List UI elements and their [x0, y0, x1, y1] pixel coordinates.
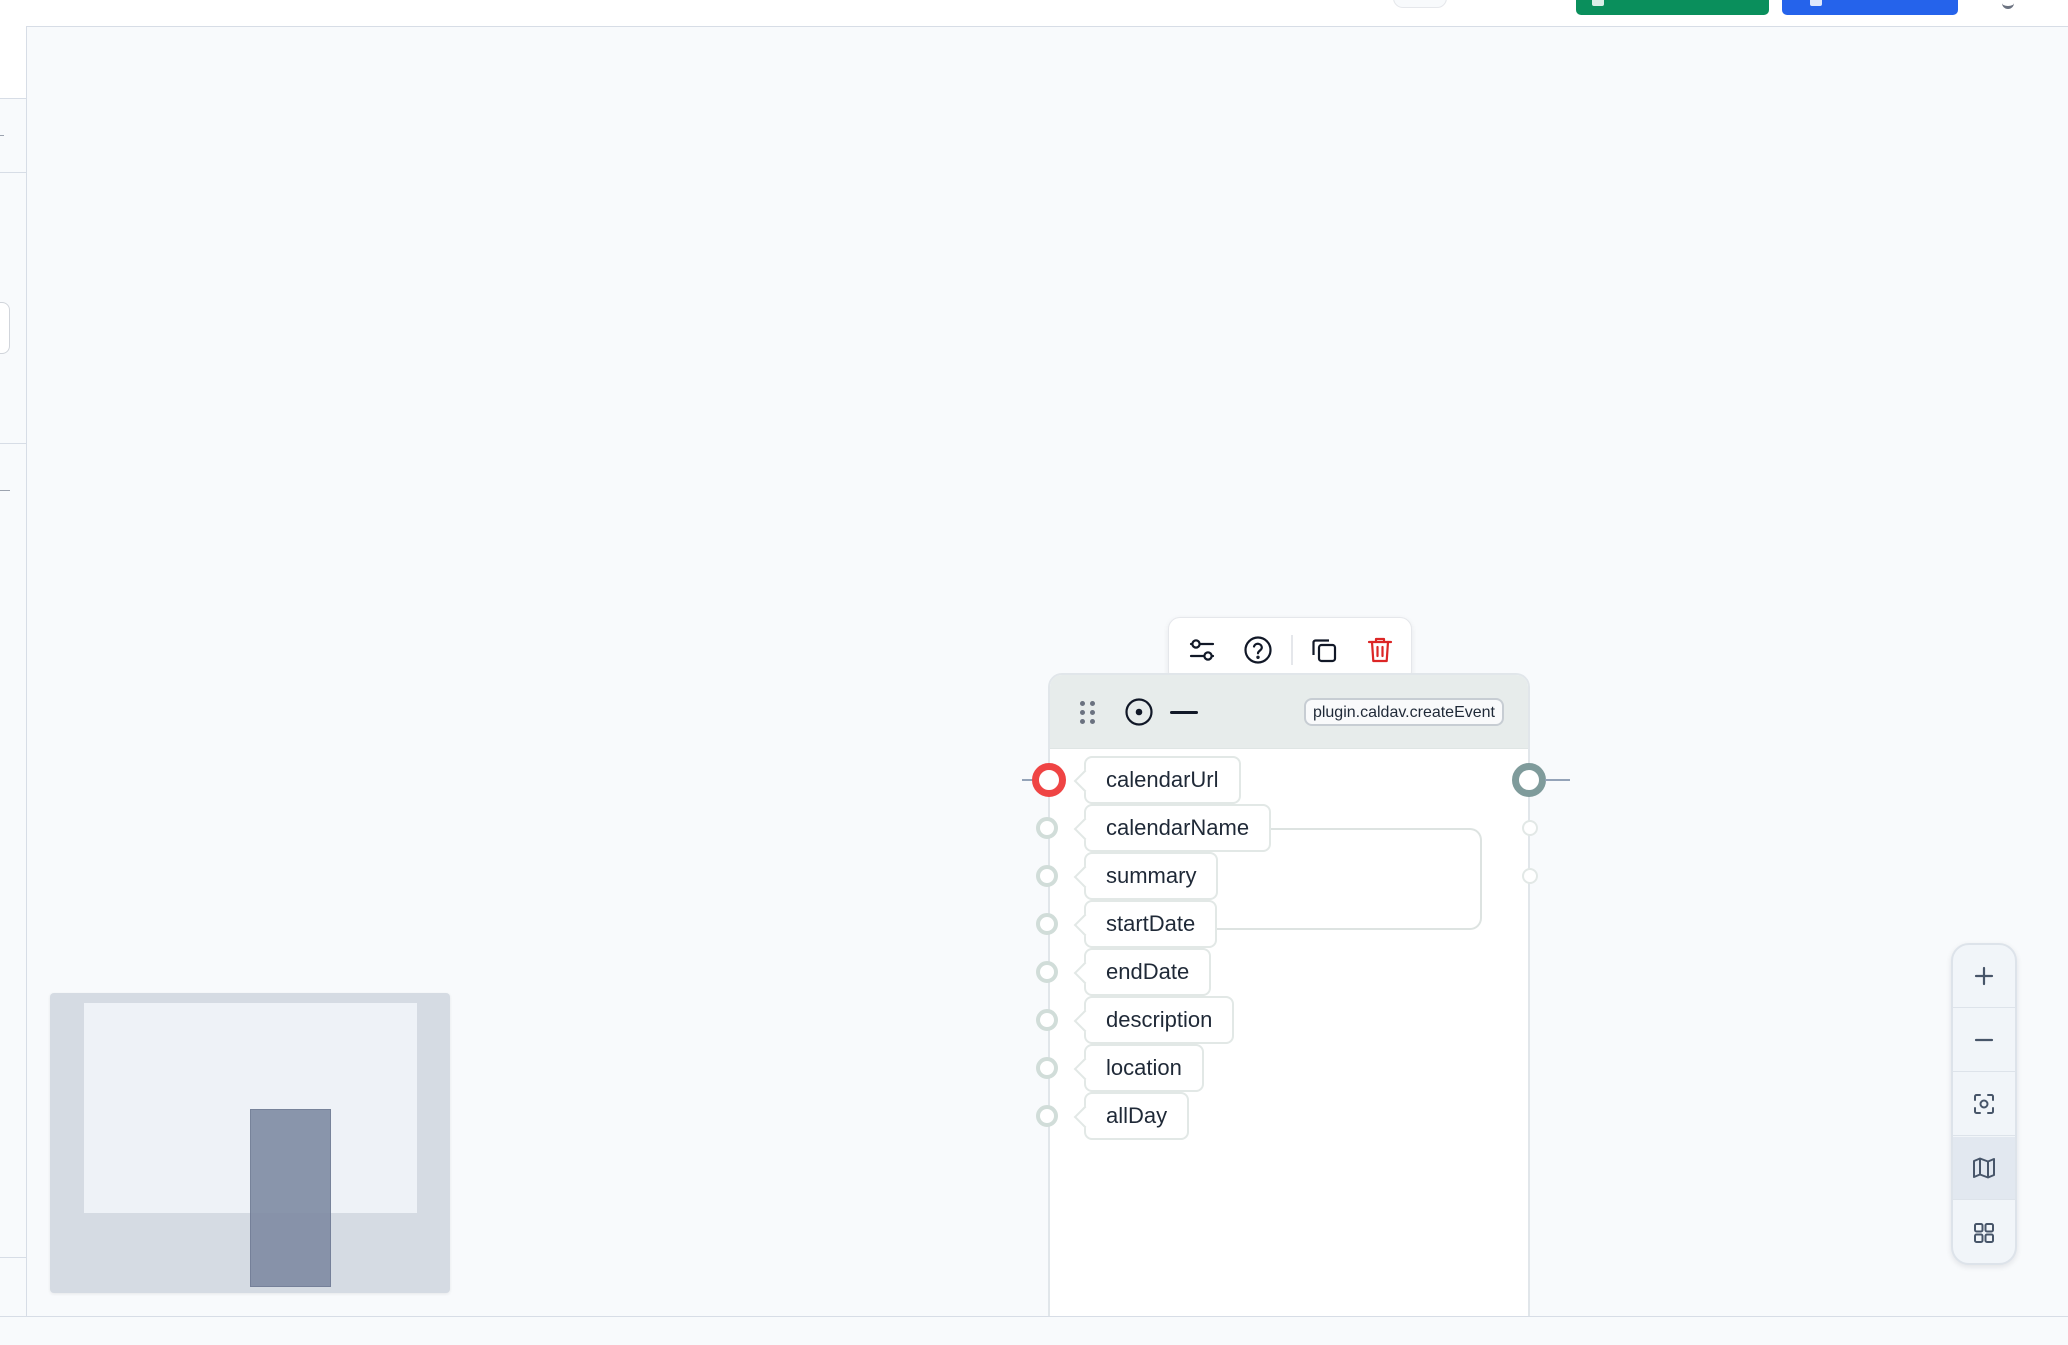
- input-port[interactable]: [1036, 817, 1058, 839]
- output-port-secondary[interactable]: [1522, 820, 1538, 836]
- sidebar-divider: [0, 1257, 26, 1258]
- canvas-controls: [1951, 943, 2017, 1265]
- input-port[interactable]: [1036, 1057, 1058, 1079]
- input-port[interactable]: [1036, 913, 1058, 935]
- sidebar-tick: [0, 135, 4, 136]
- trash-icon[interactable]: [1363, 633, 1397, 667]
- settings-sliders-icon[interactable]: [1185, 633, 1219, 667]
- sidebar-divider: [0, 443, 26, 444]
- minimap-node: [250, 1109, 331, 1287]
- toolbar-separator: [1291, 635, 1293, 665]
- input-port-label[interactable]: summary: [1084, 852, 1219, 900]
- zoom-in-icon[interactable]: [1953, 945, 2015, 1008]
- input-port-label[interactable]: calendarUrl: [1084, 756, 1241, 804]
- output-edge: [1545, 779, 1570, 781]
- minimap[interactable]: [50, 993, 450, 1293]
- copy-icon[interactable]: [1307, 633, 1341, 667]
- play-icon: [1810, 0, 1822, 6]
- output-port[interactable]: [1512, 763, 1546, 797]
- input-port[interactable]: [1036, 1009, 1058, 1031]
- input-port-label[interactable]: allDay: [1084, 1092, 1190, 1140]
- menu-icon[interactable]: [2002, 0, 2014, 9]
- top-bar-pill[interactable]: [1393, 0, 1447, 8]
- input-port[interactable]: [1036, 961, 1058, 983]
- output-port-secondary[interactable]: [1522, 868, 1538, 884]
- target-icon[interactable]: [1124, 697, 1154, 727]
- input-port-label[interactable]: calendarName: [1084, 804, 1272, 852]
- sidebar-divider: [0, 172, 26, 173]
- input-port-active[interactable]: [1032, 763, 1066, 797]
- input-port-label[interactable]: startDate: [1084, 900, 1218, 948]
- sidebar-panel: [0, 26, 26, 99]
- input-port-label[interactable]: description: [1084, 996, 1235, 1044]
- help-circle-icon[interactable]: [1241, 633, 1275, 667]
- input-port-label[interactable]: endDate: [1084, 948, 1212, 996]
- top-bar: [0, 0, 2068, 27]
- zoom-out-icon[interactable]: [1953, 1009, 2015, 1072]
- sidebar-tick: [0, 490, 10, 491]
- save-icon: [1592, 0, 1604, 6]
- bottom-bar: [0, 1316, 2068, 1345]
- save-button[interactable]: [1576, 0, 1769, 15]
- input-port-label[interactable]: location: [1084, 1044, 1204, 1092]
- run-button[interactable]: [1782, 0, 1958, 15]
- collapse-icon[interactable]: [1170, 711, 1198, 714]
- minimap-toggle-icon[interactable]: [1953, 1137, 2015, 1200]
- node-type-badge: plugin.caldav.createEvent: [1303, 698, 1504, 726]
- drag-handle-icon[interactable]: [1080, 701, 1096, 725]
- sidebar-input[interactable]: [0, 302, 10, 354]
- input-port[interactable]: [1036, 1105, 1058, 1127]
- fit-view-icon[interactable]: [1953, 1073, 2015, 1136]
- node-header[interactable]: plugin.caldav.createEvent: [1050, 675, 1528, 749]
- sidebar-edge: [0, 26, 27, 1318]
- input-port[interactable]: [1036, 865, 1058, 887]
- grid-icon[interactable]: [1953, 1201, 2015, 1263]
